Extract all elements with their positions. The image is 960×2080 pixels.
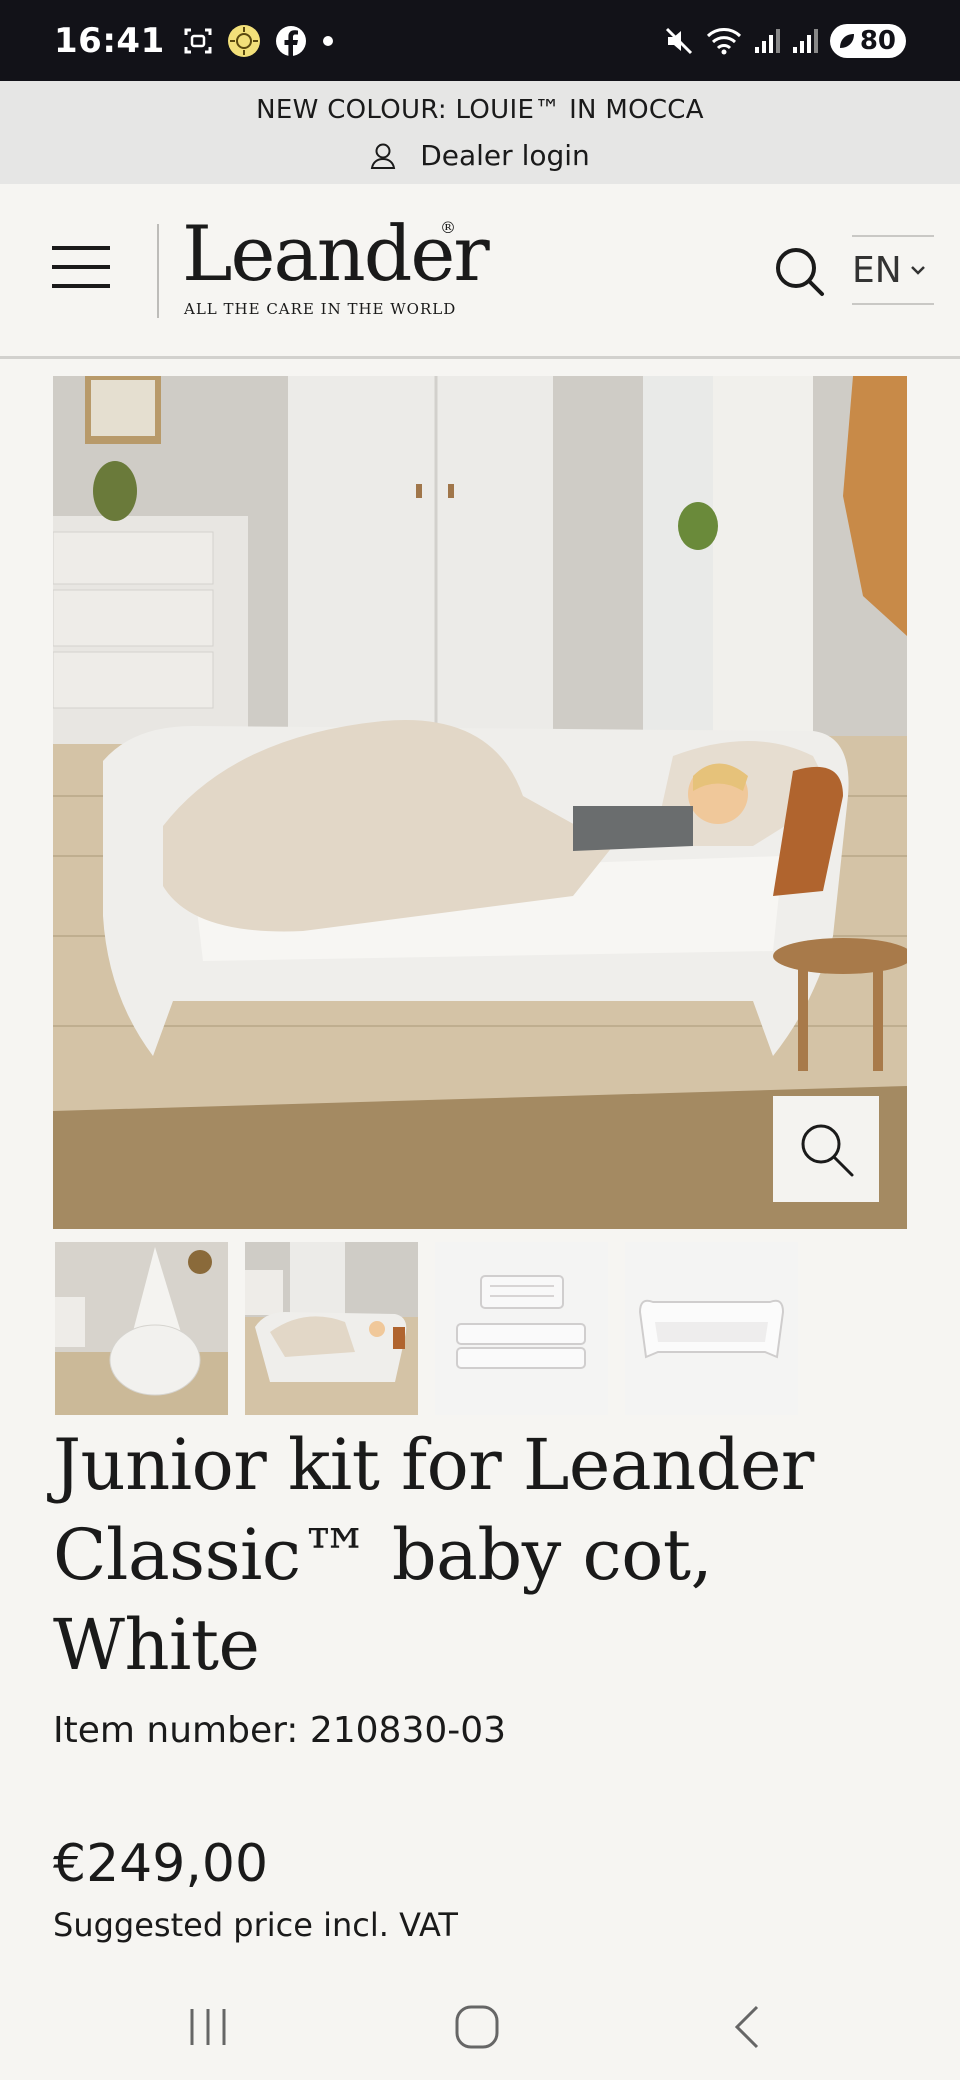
dot-icon <box>322 35 333 46</box>
signal-icon <box>754 28 780 53</box>
status-bar: 16:41 80 <box>0 0 960 81</box>
logo-tagline: ALL THE CARE IN THE WORLD <box>184 300 457 318</box>
thumbnail-cot-with-canopy[interactable] <box>55 1242 228 1415</box>
logo-word: Leander <box>182 209 490 298</box>
mute-icon <box>665 27 692 54</box>
site-header: Leander ® ALL THE CARE IN THE WORLD EN <box>0 184 960 359</box>
logo-registered-mark: ® <box>440 218 456 237</box>
zoom-icon <box>801 1124 854 1177</box>
back-icon <box>734 2005 759 2049</box>
leaf-icon <box>839 33 854 48</box>
junior-bed-white-image <box>625 1242 798 1415</box>
cot-with-canopy-image <box>55 1242 228 1415</box>
status-right-icons: 80 <box>664 23 906 58</box>
system-navigation-bar <box>0 1972 960 2080</box>
status-left-icons <box>183 24 335 58</box>
dealer-login-label: Dealer login <box>420 139 590 172</box>
thumbnail-junior-kit-parts[interactable] <box>435 1242 608 1415</box>
zoom-button[interactable] <box>773 1096 879 1202</box>
back-button[interactable] <box>707 1992 787 2062</box>
dealer-login-link[interactable]: Dealer login <box>0 139 960 172</box>
hamburger-menu-button[interactable] <box>52 246 110 288</box>
chevron-down-icon <box>910 266 925 275</box>
battery-icon: 80 <box>829 23 906 58</box>
announcement-bar: NEW COLOUR: LOUIE™ IN MOCCA Dealer login <box>0 81 960 184</box>
facebook-icon <box>275 25 306 56</box>
sun-app-icon <box>227 24 260 57</box>
product-thumbnails <box>55 1242 798 1415</box>
thumbnail-junior-bed-white[interactable] <box>625 1242 798 1415</box>
announcement-text[interactable]: NEW COLOUR: LOUIE™ IN MOCCA <box>0 95 960 125</box>
home-icon <box>455 2005 499 2049</box>
search-button[interactable] <box>774 246 826 298</box>
price-note: Suggested price incl. VAT <box>53 1906 458 1944</box>
junior-bed-room-image <box>245 1242 418 1415</box>
product-title: Junior kit for Leander Classic™ baby cot… <box>53 1424 814 1686</box>
recent-apps-button[interactable] <box>168 1992 248 2062</box>
language-selector[interactable]: EN <box>852 235 934 305</box>
recent-apps-icon <box>190 2009 226 2045</box>
user-icon <box>371 143 396 169</box>
language-value: EN <box>852 249 902 291</box>
thumbnail-junior-bed-room[interactable] <box>245 1242 418 1415</box>
search-icon <box>776 248 824 296</box>
screenshot-icon <box>184 28 212 53</box>
signal-icon <box>792 28 818 53</box>
home-button[interactable] <box>437 1992 517 2062</box>
product-price: €249,00 <box>53 1834 269 1894</box>
leander-logo[interactable]: Leander ® ALL THE CARE IN THE WORLD <box>182 209 490 319</box>
wifi-icon <box>706 27 741 54</box>
status-time: 16:41 <box>54 20 165 61</box>
item-number: Item number: 210830-03 <box>53 1710 507 1751</box>
battery-level: 80 <box>859 25 896 56</box>
junior-kit-parts-image <box>435 1242 608 1415</box>
header-divider <box>157 224 159 318</box>
